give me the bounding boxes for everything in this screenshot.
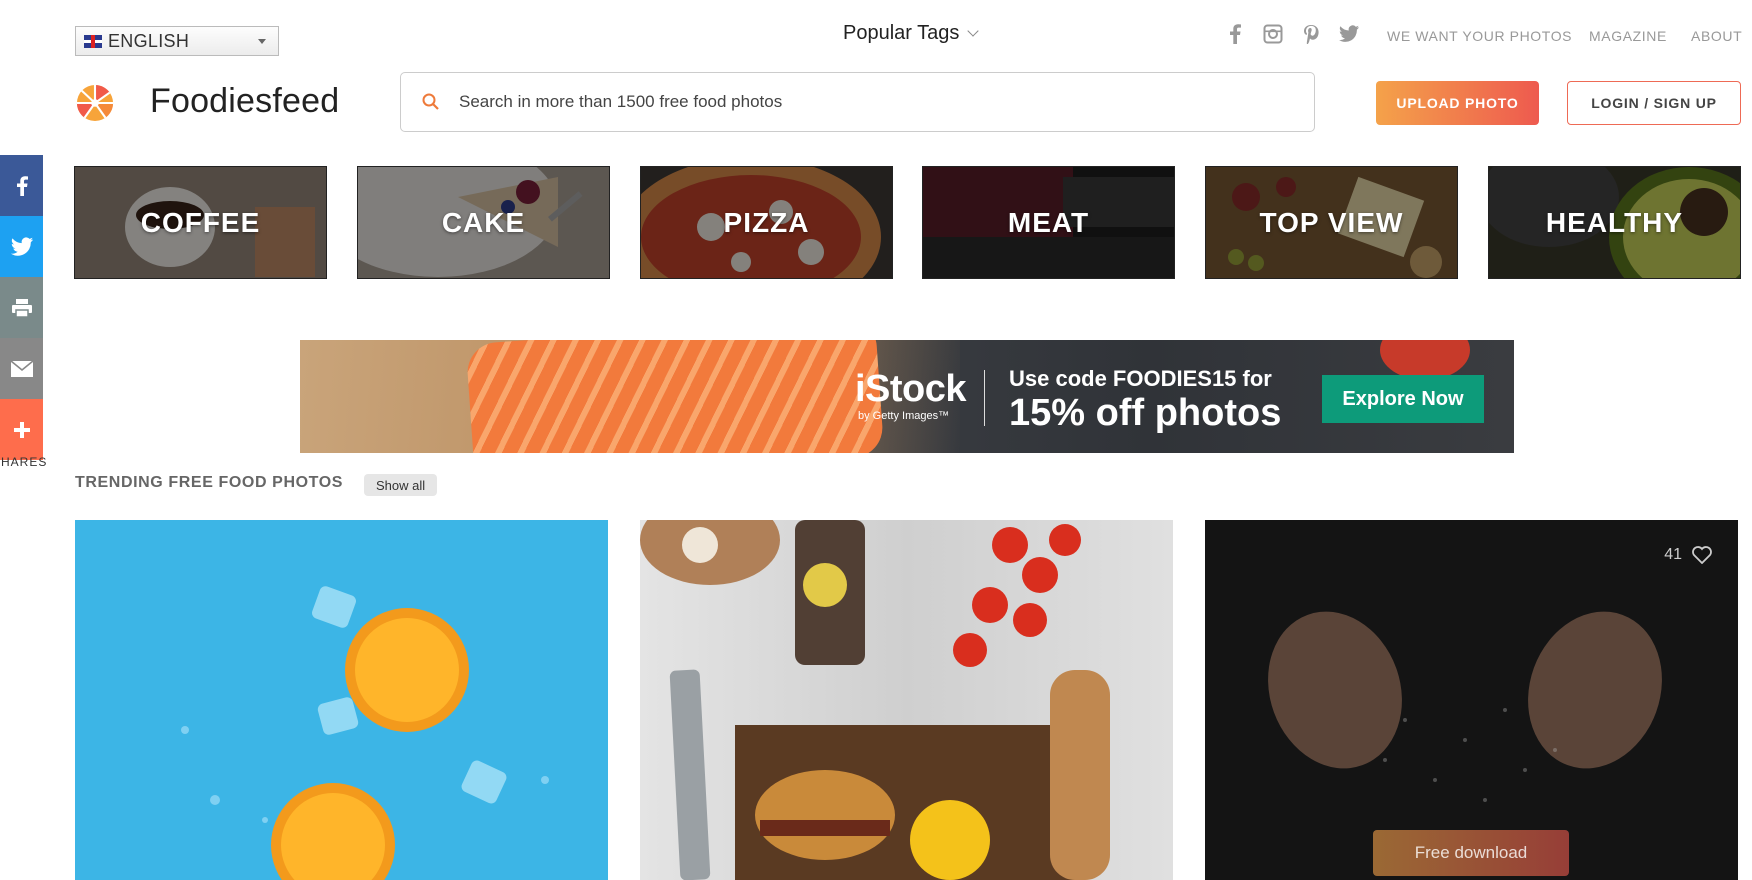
category-coffee[interactable]: COFFEE xyxy=(74,166,327,279)
ad-divider xyxy=(984,370,985,426)
category-healthy[interactable]: HEALTHY xyxy=(1488,166,1741,279)
search-input[interactable] xyxy=(459,92,1299,112)
photo-card-burger[interactable] xyxy=(640,520,1173,880)
ad-salmon-image xyxy=(465,340,885,453)
facebook-icon[interactable] xyxy=(1225,24,1245,44)
brand-name[interactable]: Foodiesfeed xyxy=(150,82,339,121)
logo-icon[interactable] xyxy=(76,84,114,122)
pinterest-icon[interactable] xyxy=(1301,24,1321,44)
share-more-button[interactable] xyxy=(0,399,43,460)
ad-tomato-image xyxy=(1380,340,1470,380)
top-link-about[interactable]: ABOUT xyxy=(1691,28,1742,44)
category-pizza[interactable]: PIZZA xyxy=(640,166,893,279)
email-icon xyxy=(9,359,34,377)
burger-photo xyxy=(640,520,1110,880)
category-cake[interactable]: CAKE xyxy=(357,166,610,279)
shares-label: SHARES xyxy=(0,455,48,469)
login-signup-button[interactable]: LOGIN / SIGN UP xyxy=(1567,81,1741,125)
category-label: HEALTHY xyxy=(1545,206,1684,238)
ad-explore-button[interactable]: Explore Now xyxy=(1322,375,1484,423)
top-link-we-want-your-photos[interactable]: WE WANT YOUR PHOTOS xyxy=(1387,28,1572,44)
share-twitter-button[interactable] xyxy=(0,216,43,277)
like-counter[interactable]: 41 xyxy=(1664,546,1712,564)
popular-tags-label: Popular Tags xyxy=(843,22,960,44)
like-count: 41 xyxy=(1664,546,1682,563)
category-top-view[interactable]: TOP VIEW xyxy=(1205,166,1458,279)
category-label: MEAT xyxy=(1007,206,1090,238)
share-print-button[interactable] xyxy=(0,277,43,338)
search-icon xyxy=(422,93,439,110)
category-label: TOP VIEW xyxy=(1259,206,1404,238)
free-download-button[interactable]: Free download xyxy=(1373,830,1569,876)
share-email-button[interactable] xyxy=(0,338,43,399)
trending-title: TRENDING FREE FOOD PHOTOS xyxy=(75,474,344,491)
language-select-value: ENGLISH xyxy=(108,30,190,51)
twitter-icon[interactable] xyxy=(1339,24,1359,44)
upload-photo-button[interactable]: UPLOAD PHOTO xyxy=(1376,81,1539,125)
plus-icon xyxy=(13,421,30,438)
search-bar[interactable] xyxy=(400,72,1315,132)
top-link-magazine[interactable]: MAGAZINE xyxy=(1589,28,1667,44)
twitter-icon xyxy=(10,236,33,256)
ad-offer-line: 15% off photos xyxy=(1009,392,1282,434)
ad-code-line: Use code FOODIES15 for xyxy=(1009,366,1272,391)
share-facebook-button[interactable] xyxy=(0,155,43,216)
print-icon xyxy=(11,298,32,318)
uk-flag-icon xyxy=(84,34,102,48)
category-label: COFFEE xyxy=(140,206,261,238)
popular-tags-menu[interactable]: Popular Tags xyxy=(843,22,980,45)
istock-ad-banner[interactable]: iStock by Getty Images™ Use code FOODIES… xyxy=(300,340,1514,453)
caret-down-icon xyxy=(258,39,266,44)
category-label: CAKE xyxy=(441,206,526,238)
heart-icon xyxy=(1692,546,1712,564)
photo-card-flour-hands[interactable]: 41 Free download xyxy=(1205,520,1738,880)
flour-hands-photo xyxy=(1268,611,1662,802)
ad-brand: iStock xyxy=(855,368,967,410)
chevron-down-icon xyxy=(967,25,980,37)
instagram-icon[interactable] xyxy=(1263,24,1283,44)
oranges-photo xyxy=(181,586,549,880)
photo-card-oranges[interactable] xyxy=(75,520,608,880)
social-links xyxy=(1225,24,1359,44)
show-all-button[interactable]: Show all xyxy=(364,474,438,496)
language-select[interactable]: ENGLISH xyxy=(75,26,279,56)
ad-brand-sub: by Getty Images™ xyxy=(858,410,950,422)
facebook-icon xyxy=(16,175,28,196)
category-label: PIZZA xyxy=(723,206,810,238)
category-meat[interactable]: MEAT xyxy=(922,166,1175,279)
